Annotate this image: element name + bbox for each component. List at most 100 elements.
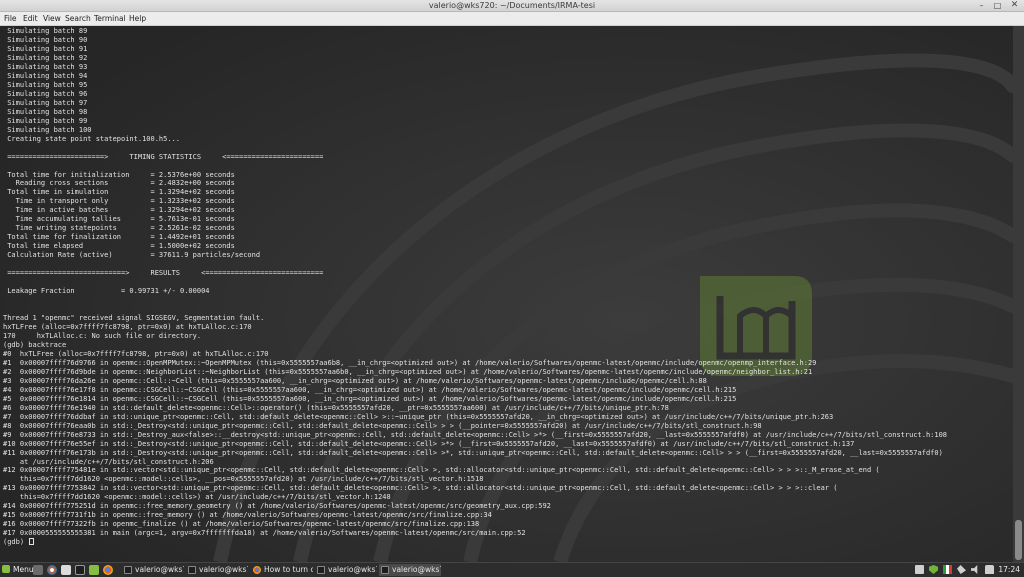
taskbar-window-button[interactable]: valerio@wks720: ... — [315, 564, 377, 576]
menu-terminal[interactable]: Terminal — [94, 12, 126, 25]
menu-view[interactable]: View — [43, 12, 61, 25]
gdb-prompt-line[interactable]: (gdb) — [3, 538, 1013, 547]
terminal-line: ============================> RESULTS <=… — [3, 269, 324, 278]
terminal-line: Simulating batch 90 — [3, 35, 88, 44]
terminal-launcher-icon[interactable] — [75, 565, 85, 575]
terminal-scrollbar[interactable] — [1013, 26, 1024, 562]
terminal-line: Total time for initialization = 2.5376e+… — [3, 170, 235, 179]
terminal-line: Simulating batch 93 — [3, 62, 88, 71]
terminal-icon — [317, 566, 325, 574]
terminal-line: #7 0x00007ffff76ddbaf in std::unique_ptr… — [3, 412, 834, 421]
terminal-icon — [124, 566, 132, 574]
firefox-icon[interactable] — [47, 565, 57, 575]
text-cursor — [29, 538, 35, 546]
menu-button[interactable]: Menu — [2, 564, 34, 576]
terminal-line: #10 0x00007ffff76e55ef in std::_Destroy<… — [3, 439, 855, 448]
window-title: valerio@wks720: ~/Documents/IRMA-tesi — [428, 1, 596, 10]
terminal-line: Creating state point statepoint.100.h5..… — [3, 134, 181, 143]
keyboard-layout-icon[interactable] — [943, 565, 952, 574]
terminal-line: #1 0x00007ffff76d9766 in openmc::OpenMPM… — [3, 358, 817, 367]
taskbar: Menu valerio@wks720: ... valerio@wks720: … — [0, 562, 1024, 577]
terminal-line: Thread 1 "openmc" received signal SIGSEG… — [3, 314, 265, 322]
terminal-line: Total time for finalization = 1.4492e+01… — [3, 233, 235, 242]
terminal-line: #16 0x00007ffff77322fb in openmc_finaliz… — [3, 520, 480, 529]
taskbar-window-button[interactable]: valerio@wks720: ... — [122, 564, 184, 576]
taskbar-window-button[interactable]: How to turn on d... — [251, 564, 313, 576]
terminal-line: (gdb) backtrace — [3, 340, 67, 349]
terminal-line: Simulating batch 95 — [3, 80, 88, 89]
maximize-button[interactable]: □ — [993, 1, 1002, 10]
terminal-output[interactable]: Simulating batch 89 Simulating batch 90 … — [0, 26, 1013, 562]
network-icon[interactable] — [915, 565, 924, 574]
terminal-icon — [188, 566, 196, 574]
taskbar-window-button[interactable]: valerio@wks720: ... — [379, 564, 441, 576]
terminal-line: #0 hxTLFree (alloc=0x7ffff7fc8798, ptr=0… — [3, 349, 269, 358]
window-titlebar[interactable]: valerio@wks720: ~/Documents/IRMA-tesi – … — [0, 0, 1024, 12]
terminal-line: #9 0x00007ffff76e8733 in std::_Destroy_a… — [3, 430, 948, 439]
chrome-icon — [253, 566, 261, 574]
terminal-line: Simulating batch 92 — [3, 53, 88, 62]
terminal-line: Simulating batch 91 — [3, 44, 88, 53]
terminal-line: Time accumulating tallies = 5.7613e-01 s… — [3, 215, 235, 224]
volume-icon[interactable] — [971, 565, 978, 574]
terminal-line: #14 0x00007ffff775251d in openmc::free_m… — [3, 502, 551, 511]
terminal-line: #3 0x00007ffff76da26e in openmc::Cell::~… — [3, 376, 707, 385]
taskbar-window-label: valerio@wks720: ... — [392, 565, 441, 574]
terminal-line: #2 0x00007ffff76d9bde in openmc::Neighbo… — [3, 367, 813, 376]
terminal-line: this=0x7ffff7dd1620 <openmc::model::cell… — [3, 475, 484, 484]
minimize-button[interactable]: – — [977, 1, 986, 10]
terminal-line: #12 0x00007ffff775481e in std::vector<st… — [3, 466, 880, 475]
terminal-line: #5 0x00007ffff76e1814 in openmc::CSGCell… — [3, 394, 737, 403]
terminal-line: this=0x7ffff7dd1620 <openmc::model::cell… — [3, 493, 391, 502]
terminal-line: #15 0x00007ffff7731f1b in openmc::free_m… — [3, 511, 492, 520]
terminal-line: #6 0x00007ffff76e1940 in std::default_de… — [3, 403, 669, 412]
clock[interactable]: 17:24 — [998, 564, 1020, 576]
terminal-line: =======================> TIMING STATISTI… — [3, 152, 324, 161]
menu-file[interactable]: File — [4, 12, 17, 25]
menu-search[interactable]: Search — [65, 12, 91, 25]
scrollbar-thumb[interactable] — [1015, 520, 1022, 560]
terminal-text: Simulating batch 89 Simulating batch 90 … — [3, 27, 1013, 547]
shield-icon[interactable] — [929, 565, 938, 574]
mint-menu-icon — [2, 565, 10, 573]
terminal-line: Time writing statepoints = 2.5261e-02 se… — [3, 224, 235, 233]
bluetooth-icon[interactable] — [957, 565, 966, 574]
terminal-line: Simulating batch 97 — [3, 98, 88, 107]
taskbar-window-label: valerio@wks720: ... — [135, 565, 184, 574]
show-desktop-icon[interactable] — [33, 565, 43, 575]
terminal-line: hxTLFree (alloc=0x7ffff7fc8798, ptr=0x0)… — [3, 322, 252, 331]
taskbar-window-button[interactable]: valerio@wks720: ... — [186, 564, 248, 576]
taskbar-window-label: valerio@wks720: ... — [328, 565, 377, 574]
terminal-line: 170 hxTLAlloc.c: No such file or directo… — [3, 331, 202, 340]
close-button[interactable]: ✕ — [1010, 1, 1019, 10]
menu-help[interactable]: Help — [129, 12, 146, 25]
terminal-line: #17 0x0000555555555381 in main (argc=1, … — [3, 529, 526, 538]
gdb-prompt: (gdb) — [3, 538, 29, 547]
taskbar-window-label: valerio@wks720: ... — [199, 565, 248, 574]
terminal-line: #11 0x00007ffff76e173b in std::_Destroy<… — [3, 448, 943, 457]
terminal-icon — [381, 566, 389, 574]
terminal-line: Reading cross sections = 2.4832e+00 seco… — [3, 179, 235, 188]
menu-button-label: Menu — [13, 565, 34, 574]
menu-edit[interactable]: Edit — [23, 12, 38, 25]
terminal-line: Total time elapsed = 1.5000e+02 seconds — [3, 242, 235, 251]
terminal-line: Calculation Rate (active) = 37611.9 part… — [3, 251, 261, 260]
terminal-line: #4 0x00007ffff76e17f8 in openmc::CSGCell… — [3, 385, 737, 394]
files-icon[interactable] — [89, 565, 99, 575]
battery-icon[interactable] — [985, 565, 994, 574]
terminal-line: Simulating batch 100 — [3, 125, 92, 134]
terminal-line: Time in active batches = 1.3294e+02 seco… — [3, 206, 235, 215]
terminal-line: Simulating batch 96 — [3, 89, 88, 98]
software-manager-icon[interactable] — [61, 565, 71, 575]
terminal-line: Total time in simulation = 1.3294e+02 se… — [3, 188, 235, 197]
terminal-line: #8 0x00007ffff76eaa0b in std::_Destroy<s… — [3, 421, 762, 430]
chrome-icon[interactable] — [103, 565, 113, 575]
terminal-line: Simulating batch 98 — [3, 107, 88, 116]
terminal-line: Simulating batch 99 — [3, 116, 88, 125]
